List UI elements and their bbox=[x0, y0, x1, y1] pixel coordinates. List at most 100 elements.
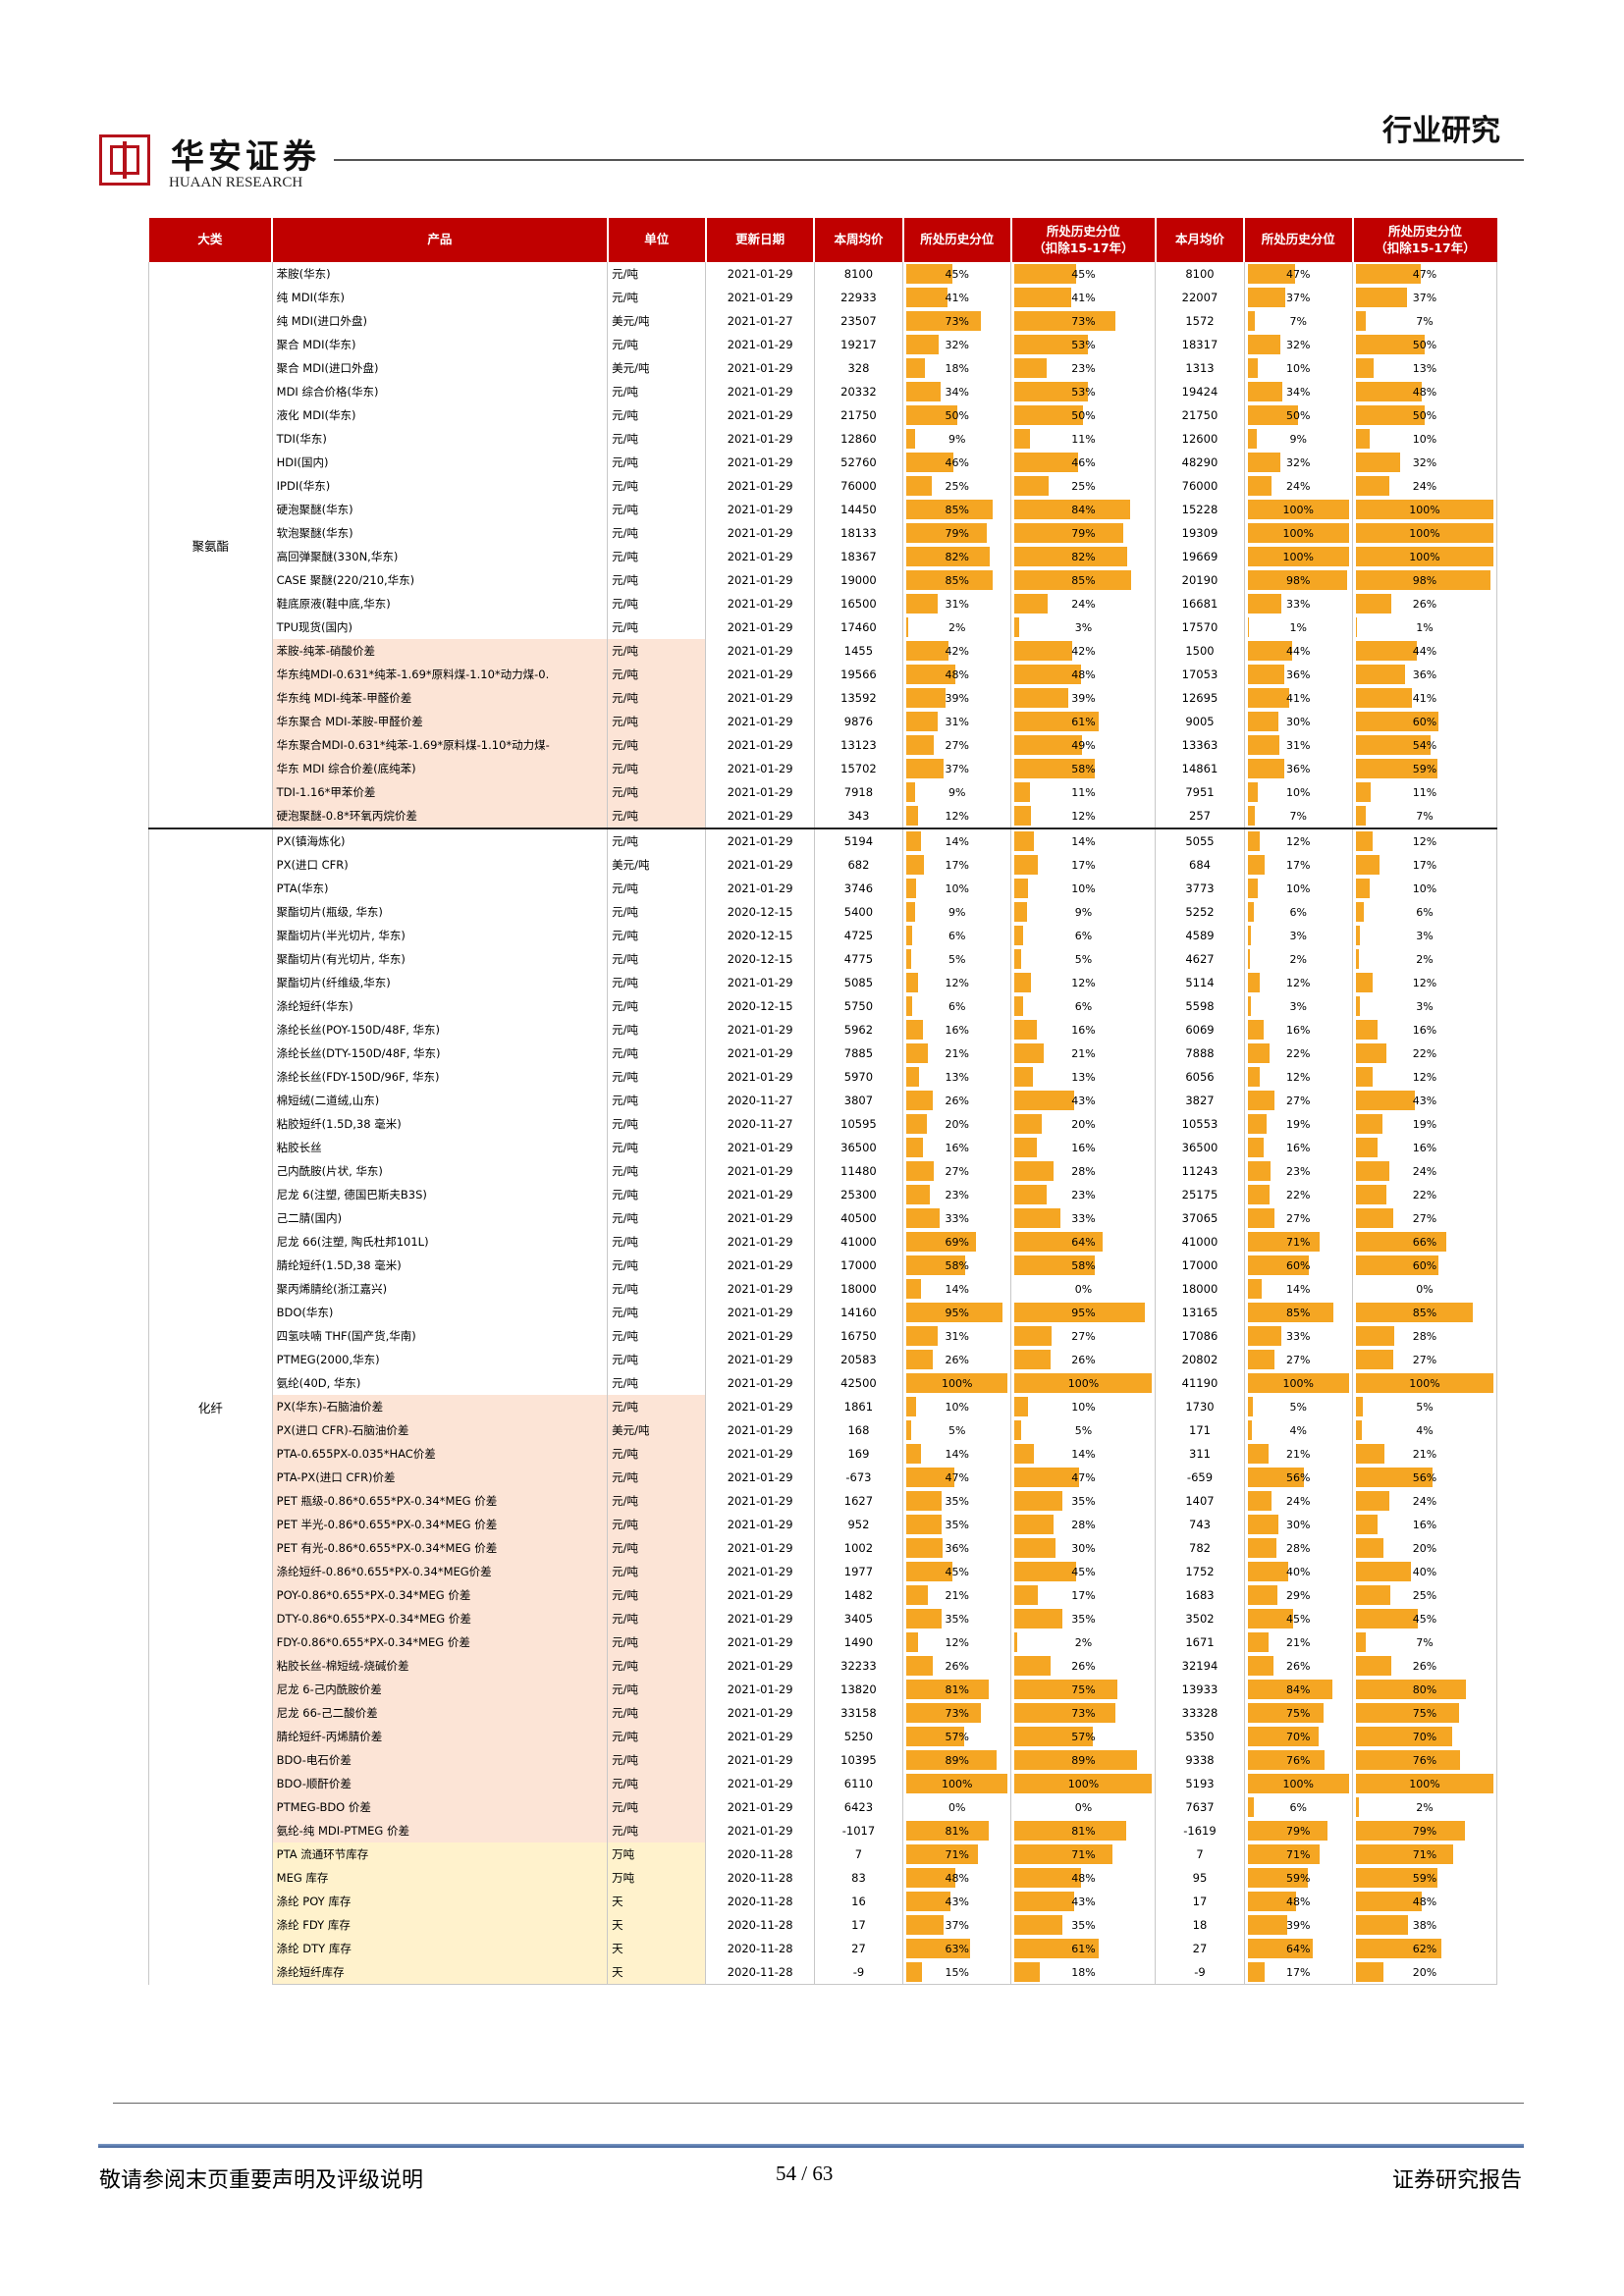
week-pct-cell: 0% bbox=[902, 1795, 1012, 1819]
table-row: 鞋底原液(鞋中底,华东) 元/吨 2021-01-29 16500 31% 24% 1668… bbox=[149, 592, 1497, 615]
month-pct-ex-cell: 11% bbox=[1352, 780, 1497, 804]
percentile-bar bbox=[1247, 712, 1278, 731]
table-row: 聚合 MDI(华东) 元/吨 2021-01-29 19217 32% 53% 18317 3… bbox=[149, 333, 1497, 356]
percentile-label: 56% bbox=[1412, 1471, 1437, 1484]
percentile-bar bbox=[1247, 879, 1258, 898]
unit-cell: 元/吨 bbox=[607, 1183, 707, 1206]
week-pct-cell: 41% bbox=[902, 286, 1012, 309]
table-row: PTMEG-BDO 价差 元/吨 2021-01-29 6423 0% 0% 7637 6% 2… bbox=[149, 1795, 1497, 1819]
percentile-label: 27% bbox=[1286, 1354, 1311, 1366]
percentile-label: 33% bbox=[1071, 1212, 1096, 1225]
percentile-bar bbox=[1356, 973, 1373, 992]
percentile-bar bbox=[1356, 1326, 1395, 1346]
percentile-bar bbox=[1356, 1538, 1383, 1558]
week-pct-ex-cell: 89% bbox=[1010, 1748, 1157, 1772]
week-avg-cell: 1861 bbox=[814, 1395, 904, 1418]
month-pct-ex-cell: 13% bbox=[1352, 356, 1497, 380]
percentile-label: 3% bbox=[1416, 930, 1434, 942]
table-row: 聚丙烯腈纶(浙江嘉兴) 元/吨 2021-01-29 18000 14% 0% 18000 1… bbox=[149, 1277, 1497, 1301]
percentile-label: 24% bbox=[1286, 1495, 1311, 1508]
header-month-pct: 所处历史分位 bbox=[1244, 218, 1354, 262]
week-pct-cell: 63% bbox=[902, 1937, 1012, 1960]
table-row: CASE 聚醚(220/210,华东) 元/吨 2021-01-29 19000 85%… bbox=[149, 568, 1497, 592]
week-pct-cell: 35% bbox=[902, 1513, 1012, 1536]
unit-cell: 天 bbox=[607, 1890, 707, 1913]
month-pct-cell: 71% bbox=[1244, 1842, 1354, 1866]
month-pct-cell: 3% bbox=[1244, 924, 1354, 947]
date-cell: 2021-01-29 bbox=[705, 1418, 815, 1442]
percentile-bar bbox=[906, 429, 916, 449]
product-cell: PTMEG(2000,华东) bbox=[272, 1348, 609, 1371]
week-pct-cell: 12% bbox=[902, 971, 1012, 994]
month-pct-ex-cell: 12% bbox=[1352, 971, 1497, 994]
unit-cell: 元/吨 bbox=[607, 1230, 707, 1254]
week-pct-ex-cell: 23% bbox=[1010, 356, 1157, 380]
week-pct-ex-cell: 73% bbox=[1010, 309, 1157, 333]
unit-cell: 元/吨 bbox=[607, 1748, 707, 1772]
percentile-label: 10% bbox=[945, 882, 969, 895]
week-pct-ex-cell: 5% bbox=[1010, 1418, 1157, 1442]
month-avg-cell: 18 bbox=[1155, 1913, 1245, 1937]
week-avg-cell: 1977 bbox=[814, 1560, 904, 1583]
week-pct-ex-cell: 26% bbox=[1010, 1654, 1157, 1678]
percentile-label: 25% bbox=[945, 480, 969, 493]
week-pct-cell: 27% bbox=[902, 733, 1012, 757]
table-row: PX(进口 CFR)-石脑油价差 美元/吨 2021-01-29 168 5% 5% 171… bbox=[149, 1418, 1497, 1442]
percentile-bar bbox=[1247, 1067, 1260, 1087]
week-pct-cell: 6% bbox=[902, 994, 1012, 1018]
month-pct-ex-cell: 43% bbox=[1352, 1089, 1497, 1112]
month-avg-cell: 171 bbox=[1155, 1418, 1245, 1442]
percentile-label: 27% bbox=[1071, 1330, 1096, 1343]
product-cell: TDI-1.16*甲苯价差 bbox=[272, 780, 609, 804]
price-percentile-table: 大类 产品 单位 更新日期 本周均价 所处历史分位 所处历史分位 （扣除15-1… bbox=[148, 218, 1497, 1985]
percentile-bar bbox=[1356, 1821, 1465, 1841]
percentile-bar bbox=[1247, 759, 1284, 778]
date-cell: 2021-01-29 bbox=[705, 592, 815, 615]
unit-cell: 元/吨 bbox=[607, 333, 707, 356]
month-pct-ex-cell: 7% bbox=[1352, 804, 1497, 828]
table-row: 液化 MDI(华东) 元/吨 2021-01-29 21750 50% 50% 21750 5… bbox=[149, 403, 1497, 427]
week-pct-cell: 45% bbox=[902, 1560, 1012, 1583]
week-avg-cell: 40500 bbox=[814, 1206, 904, 1230]
week-pct-ex-cell: 81% bbox=[1010, 1819, 1157, 1842]
date-cell: 2021-01-27 bbox=[705, 309, 815, 333]
percentile-label: 12% bbox=[945, 977, 969, 989]
product-cell: 纯 MDI(华东) bbox=[272, 286, 609, 309]
percentile-bar bbox=[906, 902, 916, 922]
month-avg-cell: 22007 bbox=[1155, 286, 1245, 309]
percentile-bar bbox=[906, 1632, 919, 1652]
percentile-label: 24% bbox=[1412, 480, 1437, 493]
percentile-label: 22% bbox=[1412, 1047, 1437, 1060]
unit-cell: 元/吨 bbox=[607, 1206, 707, 1230]
percentile-label: 32% bbox=[1286, 339, 1311, 351]
month-pct-ex-cell: 59% bbox=[1352, 757, 1497, 780]
percentile-label: 84% bbox=[1286, 1683, 1311, 1696]
date-cell: 2021-01-29 bbox=[705, 780, 815, 804]
percentile-label: 23% bbox=[1286, 1165, 1311, 1178]
table-row: BDO(华东) 元/吨 2021-01-29 14160 95% 95% 13165 85% 8… bbox=[149, 1301, 1497, 1324]
date-cell: 2021-01-29 bbox=[705, 356, 815, 380]
week-pct-ex-cell: 6% bbox=[1010, 924, 1157, 947]
month-avg-cell: 1671 bbox=[1155, 1630, 1245, 1654]
month-pct-ex-cell: 85% bbox=[1352, 1301, 1497, 1324]
week-pct-ex-cell: 11% bbox=[1010, 427, 1157, 451]
percentile-label: 35% bbox=[1071, 1613, 1096, 1626]
month-pct-cell: 75% bbox=[1244, 1701, 1354, 1725]
product-cell: 涤纶短纤-0.86*0.655*PX-0.34*MEG价差 bbox=[272, 1560, 609, 1583]
product-cell: PTA-0.655PX-0.035*HAC价差 bbox=[272, 1442, 609, 1466]
percentile-bar bbox=[1356, 665, 1406, 684]
date-cell: 2021-01-29 bbox=[705, 1254, 815, 1277]
week-pct-ex-cell: 13% bbox=[1010, 1065, 1157, 1089]
month-pct-ex-cell: 27% bbox=[1352, 1206, 1497, 1230]
date-cell: 2021-01-29 bbox=[705, 1371, 815, 1395]
month-avg-cell: 5598 bbox=[1155, 994, 1245, 1018]
percentile-label: 26% bbox=[945, 1660, 969, 1673]
percentile-bar bbox=[1247, 358, 1258, 378]
percentile-bar bbox=[1247, 1208, 1275, 1228]
week-pct-ex-cell: 43% bbox=[1010, 1089, 1157, 1112]
percentile-label: 12% bbox=[1412, 835, 1437, 848]
week-avg-cell: 13592 bbox=[814, 686, 904, 710]
month-pct-cell: 36% bbox=[1244, 757, 1354, 780]
week-pct-cell: 37% bbox=[902, 757, 1012, 780]
percentile-bar bbox=[906, 617, 909, 637]
